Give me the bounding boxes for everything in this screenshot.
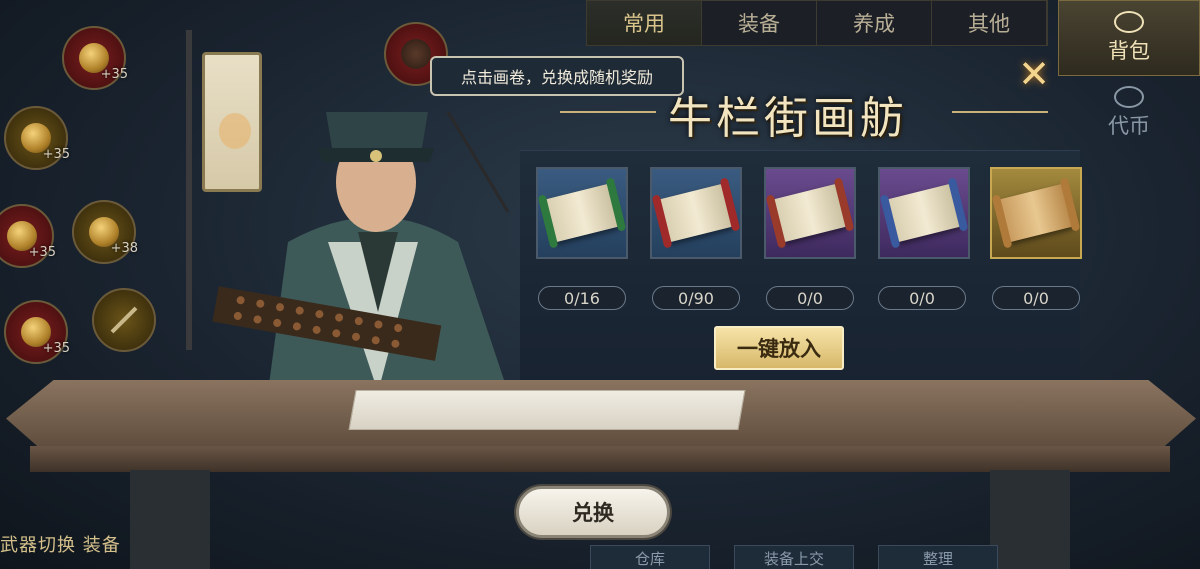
equip-slot[interactable]: +35 [4,300,70,364]
scroll-item[interactable] [536,167,628,259]
token-icon [1114,86,1144,108]
bottom-tabs: 仓库 装备上交 整理 [590,545,1010,569]
red-scroll-icon [658,183,734,243]
tab-bag[interactable]: 背包 [1058,0,1200,76]
desk-leg [130,470,210,569]
equip-level: +35 [42,341,70,356]
equip-slot[interactable]: +35 [4,106,70,170]
title-divider [952,111,1048,113]
equip-slot[interactable]: +38 [72,200,138,264]
scroll-count: 0/0 [766,286,854,310]
painting-paper[interactable] [348,390,746,430]
green-scroll-icon [544,183,620,243]
scroll-count: 0/0 [878,286,966,310]
gold-scroll-icon [998,183,1074,243]
equip-slot[interactable]: +35 [0,204,56,268]
merchant-character [212,111,510,392]
tab-common[interactable]: 常用 [587,1,702,45]
weapon-icon [110,306,138,334]
title-divider [560,111,656,113]
scroll-count: 0/16 [538,286,626,310]
tab-token[interactable]: 代币 [1058,78,1200,148]
panel-title: 牛栏街画舫 [668,93,908,144]
category-tabs: 常用 装备 养成 其他 [586,0,1048,46]
tab-other[interactable]: 其他 [932,1,1047,45]
equip-level: +35 [28,245,56,260]
tab-cultivation[interactable]: 养成 [817,1,932,45]
desk-edge [30,446,1170,472]
tab-bag-label: 背包 [1108,39,1150,63]
tab-token-label: 代币 [1108,114,1150,138]
scroll-count: 0/90 [652,286,740,310]
one-click-deposit-button[interactable]: 一键放入 [714,326,844,370]
scroll-item[interactable] [990,167,1082,259]
scroll-item[interactable] [878,167,970,259]
bottom-left-label: 武器切换 装备 [0,535,121,556]
equip-slot[interactable]: +35 [62,26,128,90]
tab-warehouse[interactable]: 仓库 [590,545,710,569]
tab-submit-equipment[interactable]: 装备上交 [734,545,854,569]
portrait-icon [401,39,431,69]
equip-slot[interactable] [92,288,156,352]
hint-bubble: 点击画卷，兑换成随机奖励 [430,56,684,96]
equip-level: +35 [100,67,128,82]
scroll-item[interactable] [650,167,742,259]
close-icon[interactable]: ✕ [1012,52,1056,96]
tab-equipment[interactable]: 装备 [702,1,817,45]
painting-scroll-icon [772,183,848,243]
equip-level: +35 [42,147,70,162]
equip-level: +38 [110,241,138,256]
blue-scroll-icon [886,183,962,243]
exchange-button[interactable]: 兑换 [516,486,670,538]
scroll-item[interactable] [764,167,856,259]
lantern-pole [186,30,192,350]
scroll-count: 0/0 [992,286,1080,310]
bag-icon [1114,11,1144,33]
tab-organize[interactable]: 整理 [878,545,998,569]
